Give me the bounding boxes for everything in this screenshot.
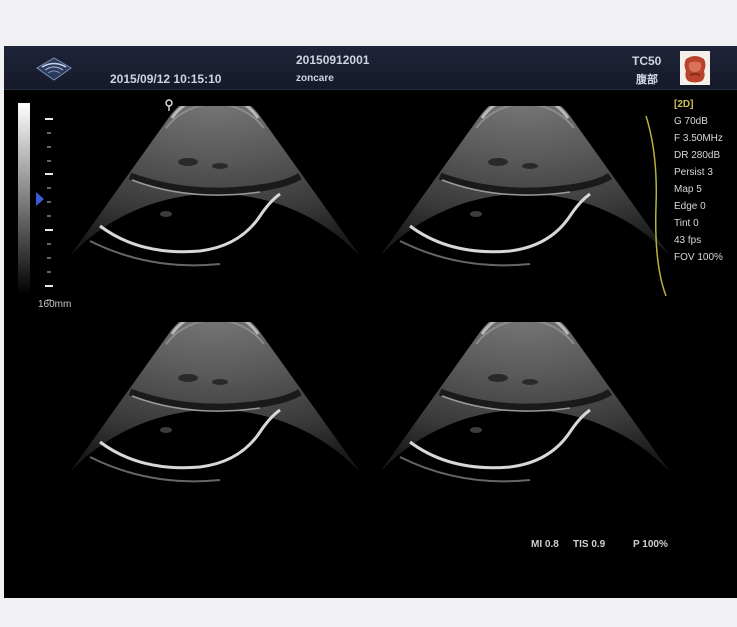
- param-tint: Tint 0: [674, 218, 699, 229]
- param-dynamic-range: DR 280dB: [674, 150, 721, 161]
- param-edge: Edge 0: [674, 201, 706, 212]
- exam-datetime: 2015/09/12 10:15:10: [110, 72, 222, 86]
- ultrasound-image-4[interactable]: [380, 322, 670, 522]
- ultrasound-image-3[interactable]: [70, 322, 360, 522]
- param-fov: FOV 100%: [674, 252, 723, 263]
- param-frequency: F 3.50MHz: [674, 133, 723, 144]
- thermal-index: TIS 0.9: [573, 539, 606, 550]
- abdomen-organ-icon[interactable]: [680, 51, 710, 85]
- param-persist: Persist 3: [674, 167, 713, 178]
- imaging-parameters: [2D] G 70dB F 3.50MHz DR 280dB Persist 3…: [674, 96, 723, 266]
- depth-label: 160mm: [38, 299, 72, 310]
- probe-name: TC50: [632, 54, 662, 68]
- imaging-mode: [2D]: [674, 99, 694, 110]
- exam-region: 腹部: [636, 74, 658, 86]
- hospital-name: zoncare: [296, 73, 334, 84]
- mechanical-index: MI 0.8: [531, 539, 559, 550]
- ultrasound-image-1[interactable]: [70, 106, 360, 306]
- probe-fan-logo-icon: [36, 57, 72, 81]
- focus-triangle-icon[interactable]: [35, 192, 45, 206]
- ultrasound-image-2[interactable]: [380, 106, 670, 306]
- param-frame-rate: 43 fps: [674, 235, 702, 246]
- parameter-bracket: [645, 115, 667, 297]
- grayscale-bar: [18, 103, 30, 295]
- param-gain: G 70dB: [674, 116, 708, 127]
- acoustic-power: P 100%: [633, 539, 668, 550]
- top-margin: [0, 0, 737, 45]
- ultrasound-screen: 20150912001 zoncare 2015/09/12 10:15:10 …: [4, 46, 737, 598]
- bottom-margin: [0, 598, 737, 627]
- header-bar: 20150912001 zoncare 2015/09/12 10:15:10 …: [4, 46, 737, 90]
- patient-id: 20150912001: [296, 53, 370, 67]
- param-map: Map 5: [674, 184, 702, 195]
- depth-scale: [45, 118, 53, 301]
